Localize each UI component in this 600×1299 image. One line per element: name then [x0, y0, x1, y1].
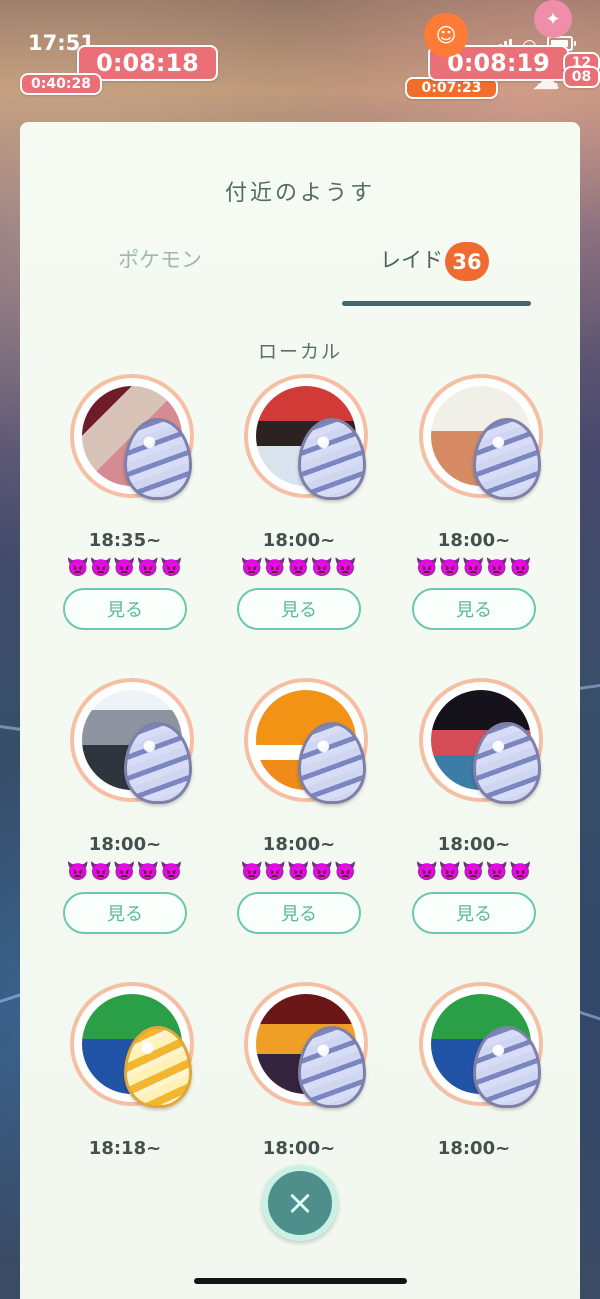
difficulty-icons: 👿👿👿👿👿 — [66, 861, 184, 882]
raid-time: 18:00~ — [437, 834, 511, 855]
raid-time: 18:18~ — [88, 1138, 162, 1159]
raid-card: 18:00~ 👿👿👿👿👿 見る — [63, 678, 213, 948]
raid-time: 18:00~ — [262, 1138, 336, 1159]
raid-time: 18:35~ — [88, 530, 162, 551]
difficulty-icons: 👿👿👿👿👿 — [240, 557, 358, 578]
raid-time: 18:00~ — [262, 530, 336, 551]
raid-time: 18:00~ — [88, 834, 162, 855]
weather-cloud-icon: ☁ — [532, 63, 560, 96]
difficulty-icons: 👿👿👿👿👿 — [415, 557, 533, 578]
home-indicator — [194, 1278, 407, 1284]
section-title-local: ローカル — [257, 341, 342, 363]
raid-boss-marker[interactable]: ☺ — [424, 13, 468, 57]
view-button[interactable]: 見る — [63, 892, 187, 934]
raid-count-badge: 36 — [445, 242, 489, 281]
active-tab-indicator — [342, 301, 531, 306]
view-button[interactable]: 見る — [412, 588, 536, 630]
raid-time: 18:00~ — [437, 1138, 511, 1159]
panel-title: 付近のようす — [224, 181, 375, 206]
raid-card: 18:35~ 👿👿👿👿👿 見る — [63, 374, 213, 644]
view-button[interactable]: 見る — [63, 588, 187, 630]
difficulty-icons: 👿👿👿👿👿 — [66, 557, 184, 578]
map-timer: 08 — [563, 66, 600, 88]
view-button[interactable]: 見る — [237, 892, 361, 934]
view-button[interactable]: 見る — [237, 588, 361, 630]
raid-card: 18:00~ 👿👿👿👿👿 見る — [412, 374, 562, 644]
raid-time: 18:00~ — [437, 530, 511, 551]
nearby-panel: 付近のようす ポケモン レイド 36 ローカル 18:35~ 👿👿👿👿👿 見る … — [20, 122, 580, 1299]
raid-card: 18:00~ 👿👿👿👿👿 見る — [237, 374, 387, 644]
tab-pokemon[interactable]: ポケモン — [118, 244, 202, 274]
difficulty-icons: 👿👿👿👿👿 — [240, 861, 358, 882]
raid-card: 18:00~ 👿👿👿👿👿 見る — [237, 678, 387, 948]
close-button[interactable]: × — [262, 1165, 338, 1241]
difficulty-icons: 👿👿👿👿👿 — [415, 861, 533, 882]
view-button[interactable]: 見る — [412, 892, 536, 934]
tab-raid[interactable]: レイド — [380, 244, 443, 274]
map-timer: 0:40:28 — [20, 73, 102, 95]
raid-time: 18:00~ — [262, 834, 336, 855]
top-right-marker[interactable]: ✦ — [534, 0, 572, 38]
raid-card: 18:00~ 👿👿👿👿👿 見る — [412, 678, 562, 948]
close-icon: × — [285, 1183, 315, 1223]
